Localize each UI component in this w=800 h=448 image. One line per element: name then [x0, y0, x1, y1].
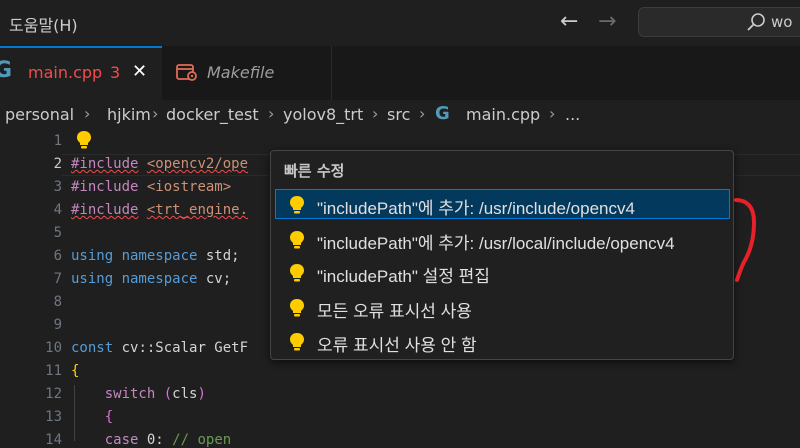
quick-fix-menu	[270, 150, 734, 360]
lightbulb-icon	[290, 196, 304, 214]
lightbulb-icon	[290, 231, 304, 249]
code-line[interactable]: #include <opencv2/ope	[71, 156, 248, 172]
code-line[interactable]: #include <trt_engine.	[71, 202, 248, 218]
code-line[interactable]: {	[71, 363, 79, 379]
tab-main-cpp-label: main.cpp	[28, 63, 103, 82]
line-number: 6	[53, 248, 62, 264]
line-number: 4	[53, 202, 62, 218]
line-number: 12	[45, 386, 62, 402]
code-token: std;	[205, 248, 240, 264]
menu-help[interactable]: 도움말(H)	[9, 12, 78, 36]
lightbulb-icon	[290, 299, 304, 317]
back-arrow-icon[interactable]: ←	[560, 9, 578, 34]
breadcrumb-item[interactable]: hjkim	[107, 105, 151, 124]
line-number: 8	[53, 294, 62, 310]
search-text: wo	[771, 13, 793, 31]
code-line[interactable]: {	[71, 409, 113, 425]
cpp-file-icon: G	[0, 58, 13, 83]
code-token: // open	[172, 432, 232, 448]
code-line[interactable]: const cv::Scalar GetF	[71, 340, 248, 356]
breadcrumb-item[interactable]: main.cpp	[466, 105, 540, 124]
code-token: switch	[104, 386, 156, 402]
cpp-file-icon: G	[435, 103, 450, 124]
breadcrumb-item[interactable]: yolov8_trt	[283, 105, 363, 124]
close-icon[interactable]: ✕	[132, 61, 147, 82]
lightbulb-icon[interactable]	[76, 130, 92, 150]
code-token: #include	[71, 179, 139, 195]
code-token: case	[104, 432, 139, 448]
chevron-right-icon: ›	[549, 104, 556, 123]
chevron-right-icon: ›	[152, 104, 159, 123]
line-number: 2	[53, 156, 62, 172]
code-token: cls	[172, 386, 198, 402]
tab-problem-count: 3	[110, 63, 121, 82]
code-token: cv::Scalar GetF	[121, 340, 249, 356]
tab-makefile-label: Makefile	[207, 63, 275, 82]
line-number: 1	[53, 133, 62, 149]
quick-fix-title: 빠른 수정	[284, 162, 345, 180]
code-line[interactable]: using namespace cv;	[71, 271, 231, 287]
quick-fix-item[interactable]: 오류 표시선 사용 안 함	[317, 331, 477, 356]
breadcrumb-item[interactable]: src	[387, 105, 410, 124]
chevron-right-icon: ›	[419, 104, 426, 123]
line-number: 5	[53, 225, 62, 241]
code-token: <trt_engine.	[146, 202, 249, 218]
quick-fix-item[interactable]: "includePath"에 추가: /usr/include/opencv4	[317, 194, 635, 219]
code-token: using namespace	[71, 271, 198, 287]
code-token: #include	[71, 156, 139, 172]
lightbulb-icon	[290, 264, 304, 282]
line-number: 7	[53, 271, 62, 287]
line-number: 14	[45, 432, 62, 448]
lightbulb-icon	[290, 333, 304, 351]
code-line[interactable]: case 0: // open	[71, 432, 231, 448]
quick-fix-item[interactable]: 모든 오류 표시선 사용	[317, 297, 472, 322]
line-number: 9	[53, 317, 62, 333]
breadcrumb-item[interactable]: ...	[565, 105, 580, 124]
code-token: (	[163, 386, 173, 402]
red-annotation-bracket	[734, 198, 757, 282]
line-number: 13	[45, 409, 62, 425]
code-token: using namespace	[71, 248, 198, 264]
code-line[interactable]: using namespace std;	[71, 248, 240, 264]
code-token: 0:	[146, 432, 164, 448]
code-token: {	[71, 363, 80, 379]
chevron-right-icon: ›	[84, 104, 91, 123]
forward-arrow-icon[interactable]: →	[598, 9, 616, 34]
breadcrumb-item[interactable]: docker_test	[166, 105, 259, 124]
code-token: <opencv2/ope	[146, 156, 249, 172]
line-number: 11	[45, 363, 62, 379]
code-token: )	[197, 386, 206, 402]
code-token: const	[71, 340, 114, 356]
code-line[interactable]: #include <iostream>	[71, 179, 231, 195]
line-number: 3	[53, 179, 62, 195]
quick-fix-item[interactable]: "includePath"에 추가: /usr/local/include/op…	[317, 229, 675, 254]
code-token: {	[104, 409, 114, 425]
chevron-right-icon: ›	[372, 104, 379, 123]
search-icon	[747, 13, 765, 31]
code-line[interactable]: switch (cls)	[71, 386, 206, 402]
code-token: cv;	[205, 271, 232, 287]
line-number: 10	[45, 340, 62, 356]
code-token: #include	[71, 202, 139, 218]
chevron-right-icon: ›	[268, 104, 275, 123]
quick-fix-item[interactable]: "includePath" 설정 편집	[317, 262, 490, 287]
code-token: <iostream>	[146, 179, 232, 195]
makefile-icon	[176, 64, 197, 81]
breadcrumb-item[interactable]: personal	[5, 105, 74, 124]
